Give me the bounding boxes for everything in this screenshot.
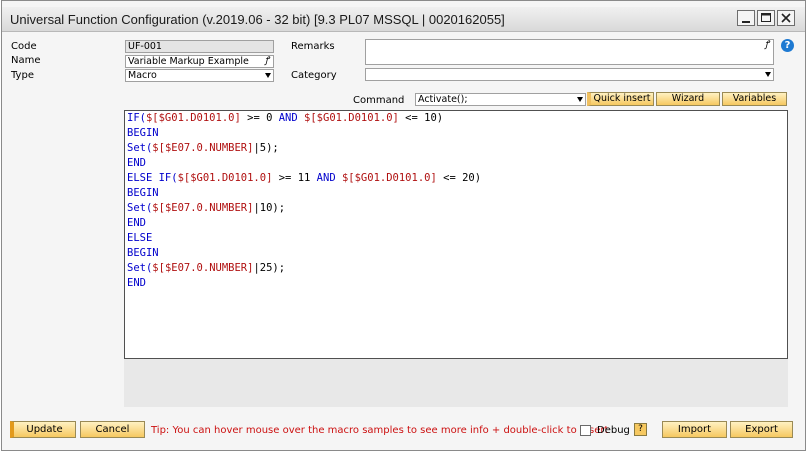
code-placeholder: $[$G01.D0101.0] [145,112,241,124]
code-line: Set($[$E07.0.NUMBER]|25); [127,261,481,276]
category-label: Category [291,70,337,81]
minimize-icon [742,21,750,23]
code-line: END [127,276,481,291]
code-text-token: |10); [253,202,286,214]
debug-help-button[interactable]: ? [634,423,647,436]
maximize-button[interactable] [757,10,775,26]
code-label: Code [11,41,37,52]
code-placeholder: $[$G01.D0101.0] [304,112,399,124]
command-chevron-down-icon [577,97,583,102]
code-keyword: IF( [127,112,146,124]
code-field[interactable]: UF-001 [125,40,274,53]
code-line: BEGIN [127,246,481,261]
close-icon [781,13,791,23]
code-line: Set($[$E07.0.NUMBER]|10); [127,201,481,216]
minimize-button[interactable] [737,10,755,26]
code-editor[interactable]: IF($[$G01.D0101.0] >= 0 AND $[$G01.D0101… [124,110,788,359]
help-circle-icon[interactable]: ? [781,39,794,52]
code-line: BEGIN [127,186,481,201]
tip-text: Tip: You can hover mouse over the macro … [151,425,609,436]
code-keyword: Set( [127,142,153,154]
code-text-token: <= 20) [436,172,482,184]
code-text: IF($[$G01.D0101.0] >= 0 AND $[$G01.D0101… [127,111,481,291]
code-line: ELSE [127,231,481,246]
code-keyword: Set( [127,262,153,274]
maximize-icon [761,13,771,22]
code-placeholder: $[$E07.0.NUMBER] [152,262,254,274]
code-keyword: ELSE IF( [127,172,178,184]
link-icon[interactable]: ꝭ [265,56,269,67]
type-value: Macro [128,70,157,81]
update-button[interactable]: Update [10,421,76,438]
code-keyword: END [127,217,146,229]
name-value: Variable Markup Example [128,56,249,67]
code-line: END [127,156,481,171]
export-button[interactable]: Export [730,421,793,438]
remarks-label: Remarks [291,41,335,52]
code-line: BEGIN [127,126,481,141]
category-chevron-down-icon [765,72,771,77]
category-select[interactable] [365,68,774,81]
close-button[interactable] [777,10,795,26]
code-placeholder: $[$E07.0.NUMBER] [152,202,254,214]
code-placeholder: $[$G01.D0101.0] [177,172,273,184]
code-keyword: BEGIN [127,187,159,199]
code-line: Set($[$E07.0.NUMBER]|5); [127,141,481,156]
code-line: END [127,216,481,231]
name-label: Name [11,55,41,66]
cancel-button[interactable]: Cancel [80,421,145,438]
code-keyword: ELSE [127,232,153,244]
code-placeholder: $[$G01.D0101.0] [341,172,437,184]
code-line: ELSE IF($[$G01.D0101.0] >= 11 AND $[$G01… [127,171,481,186]
quick-insert-button[interactable]: Quick insert [587,92,654,106]
code-text-token: |5); [253,142,279,154]
code-placeholder: $[$E07.0.NUMBER] [152,142,254,154]
command-select[interactable]: Activate(); [415,93,586,106]
code-keyword: END [127,157,146,169]
code-text-token: >= 0 [240,112,279,124]
editor-bottom-panel [124,359,788,407]
code-line: IF($[$G01.D0101.0] >= 0 AND $[$G01.D0101… [127,111,481,126]
title-bar: Universal Function Configuration (v.2019… [2,7,805,32]
command-label: Command [353,95,405,106]
import-button[interactable]: Import [662,421,727,438]
remarks-link-icon[interactable]: ꝭ [765,40,769,51]
variables-button[interactable]: Variables [722,92,787,106]
type-select[interactable]: Macro [125,69,274,82]
command-value: Activate(); [418,94,468,105]
code-text-token: <= 10) [398,112,444,124]
code-text-token: >= 11 [272,172,317,184]
wizard-button[interactable]: Wizard [656,92,720,106]
remarks-field[interactable]: ꝭ [365,39,774,65]
code-keyword: BEGIN [127,127,159,139]
debug-label: Debug [597,425,630,436]
type-label: Type [11,70,34,81]
code-keyword: Set( [127,202,153,214]
code-text-token: |25); [253,262,286,274]
window-title: Universal Function Configuration (v.2019… [10,12,505,27]
name-field[interactable]: Variable Markup Example ꝭ [125,55,274,68]
chevron-down-icon [265,73,271,78]
code-keyword: AND [316,172,342,184]
code-keyword: BEGIN [127,247,159,259]
code-keyword: END [127,277,146,289]
code-keyword: AND [278,112,305,124]
debug-checkbox[interactable] [580,425,591,436]
